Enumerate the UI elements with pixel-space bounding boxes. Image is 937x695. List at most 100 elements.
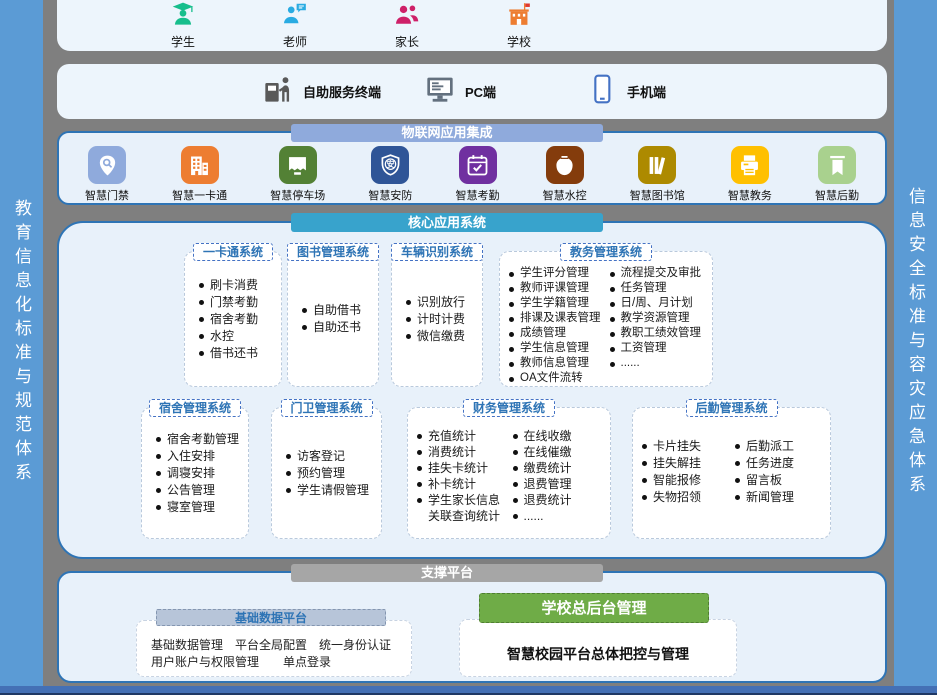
list-item: 智能报修 [641,472,732,489]
users-panel: 学生 老师 家长 学校 [57,0,887,51]
list-item: 公告管理 [155,482,248,499]
left-sidebar-banner: 教育信息化标准与规范体系 [0,0,43,686]
list-item: 在线催缴 [512,444,606,460]
list-item: 调寝安排 [155,465,248,482]
iot-item-label: 智慧停车场 [270,187,325,203]
user-group-label: 老师 [283,33,307,50]
list-item: 水控 [198,328,281,345]
academic-printer-icon [731,146,769,184]
list-item: 工资管理 [609,341,708,356]
system-item-list: 宿舍考勤管理入住安排调寝安排公告管理寝室管理 [142,408,248,538]
list-item: 卡片挂失 [641,438,732,455]
user-group-parents: 家长 [375,1,439,50]
user-group-school: 学校 [487,1,551,50]
system-item-list: 后勤派工任务进度留言板新闻管理 [734,438,825,506]
bottom-accent-strip [0,686,937,695]
iot-item-label: 智慧门禁 [85,187,129,203]
system-box-title: 一卡通系统 [193,243,273,261]
list-item: 退费管理 [512,476,606,492]
iot-item-security: 安 智慧安防 [368,146,412,203]
system-item-columns: 学生评分管理教师评课管理学生学籍管理排课及课表管理成绩管理学生信息管理教师信息管… [500,252,712,386]
iot-item-logistics: 智慧后勤 [815,146,859,203]
system-item-list: 在线收缴在线催缴缴费统计退费管理退费统计...... [512,428,606,524]
terminal-mobile: 手机端 [586,73,726,110]
list-item: 学生评分管理 [508,266,607,281]
iot-item-label: 智慧考勤 [456,187,500,203]
list-item: 寝室管理 [155,499,248,516]
base-data-platform-box: 基础数据管理 平台全局配置 统一身份认证 用户账户与权限管理 单点登录 [136,620,412,677]
system-item-list: 学生评分管理教师评课管理学生学籍管理排课及课表管理成绩管理学生信息管理教师信息管… [508,266,607,386]
list-item: 教师评课管理 [508,281,607,296]
system-box-title: 宿舍管理系统 [149,399,241,417]
security-shield-icon: 安 [371,146,409,184]
list-item: 缴费统计 [512,460,606,476]
list-item: 消费统计 [416,444,510,460]
list-item: 后勤派工 [734,438,825,455]
system-item-columns: 充值统计消费统计挂失卡统计补卡统计学生家长信息关联查询统计 在线收缴在线催缴缴费… [408,408,610,524]
iot-panel: 物联网应用集成 智慧门禁 智慧一卡通 [57,131,887,205]
list-item: 借书还书 [198,345,281,362]
right-sidebar-text: 信息安全标准与容灾应急体系 [903,187,928,499]
right-sidebar-banner: 信息安全标准与容灾应急体系 [894,0,937,686]
list-item: 学生学籍管理 [508,296,607,311]
diagram-main-column: 学生 老师 家长 学校 [57,0,887,683]
list-item: 失物招领 [641,489,732,506]
school-backend-content: 智慧校园平台总体把控与管理 [507,644,689,664]
system-box-title: 门卫管理系统 [280,399,372,417]
attendance-calendar-icon [459,146,497,184]
iot-item-water: 智慧水控 [543,146,587,203]
system-box-library: 图书管理系统 自助借书自助还书 [287,251,379,387]
base-data-platform-title: 基础数据平台 [156,609,386,626]
core-row-2: 宿舍管理系统 宿舍考勤管理入住安排调寝安排公告管理寝室管理 门卫管理系统 访客登… [59,407,885,539]
phone-icon [586,73,618,110]
iot-item-academic: 智慧教务 [728,146,772,203]
left-sidebar-text: 教育信息化标准与规范体系 [9,199,34,487]
user-group-label: 学校 [507,33,531,50]
iot-items-row: 智慧门禁 智慧一卡通 智慧停车场 安 [59,133,885,203]
list-item: 退费统计 [512,492,606,508]
system-box-title: 教务管理系统 [560,243,652,261]
access-control-icon [88,146,126,184]
system-item-list: 自助借书自助还书 [288,252,378,386]
teacher-icon [282,1,308,32]
iot-item-attendance: 智慧考勤 [456,146,500,203]
list-item: 预约管理 [285,465,381,482]
list-item: 教职工绩效管理 [609,326,708,341]
list-item: 教学资源管理 [609,311,708,326]
list-item: 挂失解挂 [641,455,732,472]
student-icon [170,1,196,32]
system-item-list: 识别放行计时计费微信缴费 [392,252,482,386]
list-item: 挂失卡统计 [416,460,510,476]
school-backend-box: 智慧校园平台总体把控与管理 [459,619,737,677]
terminal-label: PC端 [465,82,496,101]
iot-item-label: 智慧教务 [728,187,772,203]
list-item: 自助借书 [301,302,378,319]
list-item: 识别放行 [405,294,482,311]
terminal-kiosk: 自助服务终端 [262,73,402,110]
list-item: 任务管理 [609,281,708,296]
core-panel-title: 核心应用系统 [291,213,603,232]
system-box-gatekeeper: 门卫管理系统 访客登记预约管理学生请假管理 [271,407,382,539]
list-item: 任务进度 [734,455,825,472]
iot-item-label: 智慧后勤 [815,187,859,203]
list-item: 学生请假管理 [285,482,381,499]
smart-campus-architecture-diagram: 教育信息化标准与规范体系 信息安全标准与容灾应急体系 学生 老师 [0,0,937,695]
list-item: 学生家长信息关联查询统计 [416,492,510,524]
system-item-list: 访客登记预约管理学生请假管理 [272,408,381,538]
list-item: 留言板 [734,472,825,489]
system-item-list: 刷卡消费门禁考勤宿舍考勤水控借书还书 [185,252,281,386]
system-item-list: 流程提交及审批任务管理日/周、月计划教学资源管理教职工绩效管理工资管理.....… [609,266,708,386]
list-item: 入住安排 [155,448,248,465]
school-backend-title: 学校总后台管理 [479,593,709,623]
library-books-icon [638,146,676,184]
parents-icon [394,1,420,32]
water-control-icon [546,146,584,184]
system-box-title: 车辆识别系统 [391,243,483,261]
list-item: 日/周、月计划 [609,296,708,311]
system-box-logistics: 后勤管理系统 卡片挂失挂失解挂智能报修失物招领 后勤派工任务进度留言板新闻管理 [632,407,831,539]
user-group-label: 学生 [171,33,195,50]
iot-item-label: 智慧一卡通 [172,187,227,203]
pc-icon [424,73,456,110]
system-item-list: 卡片挂失挂失解挂智能报修失物招领 [641,438,732,506]
terminal-label: 自助服务终端 [303,82,381,101]
